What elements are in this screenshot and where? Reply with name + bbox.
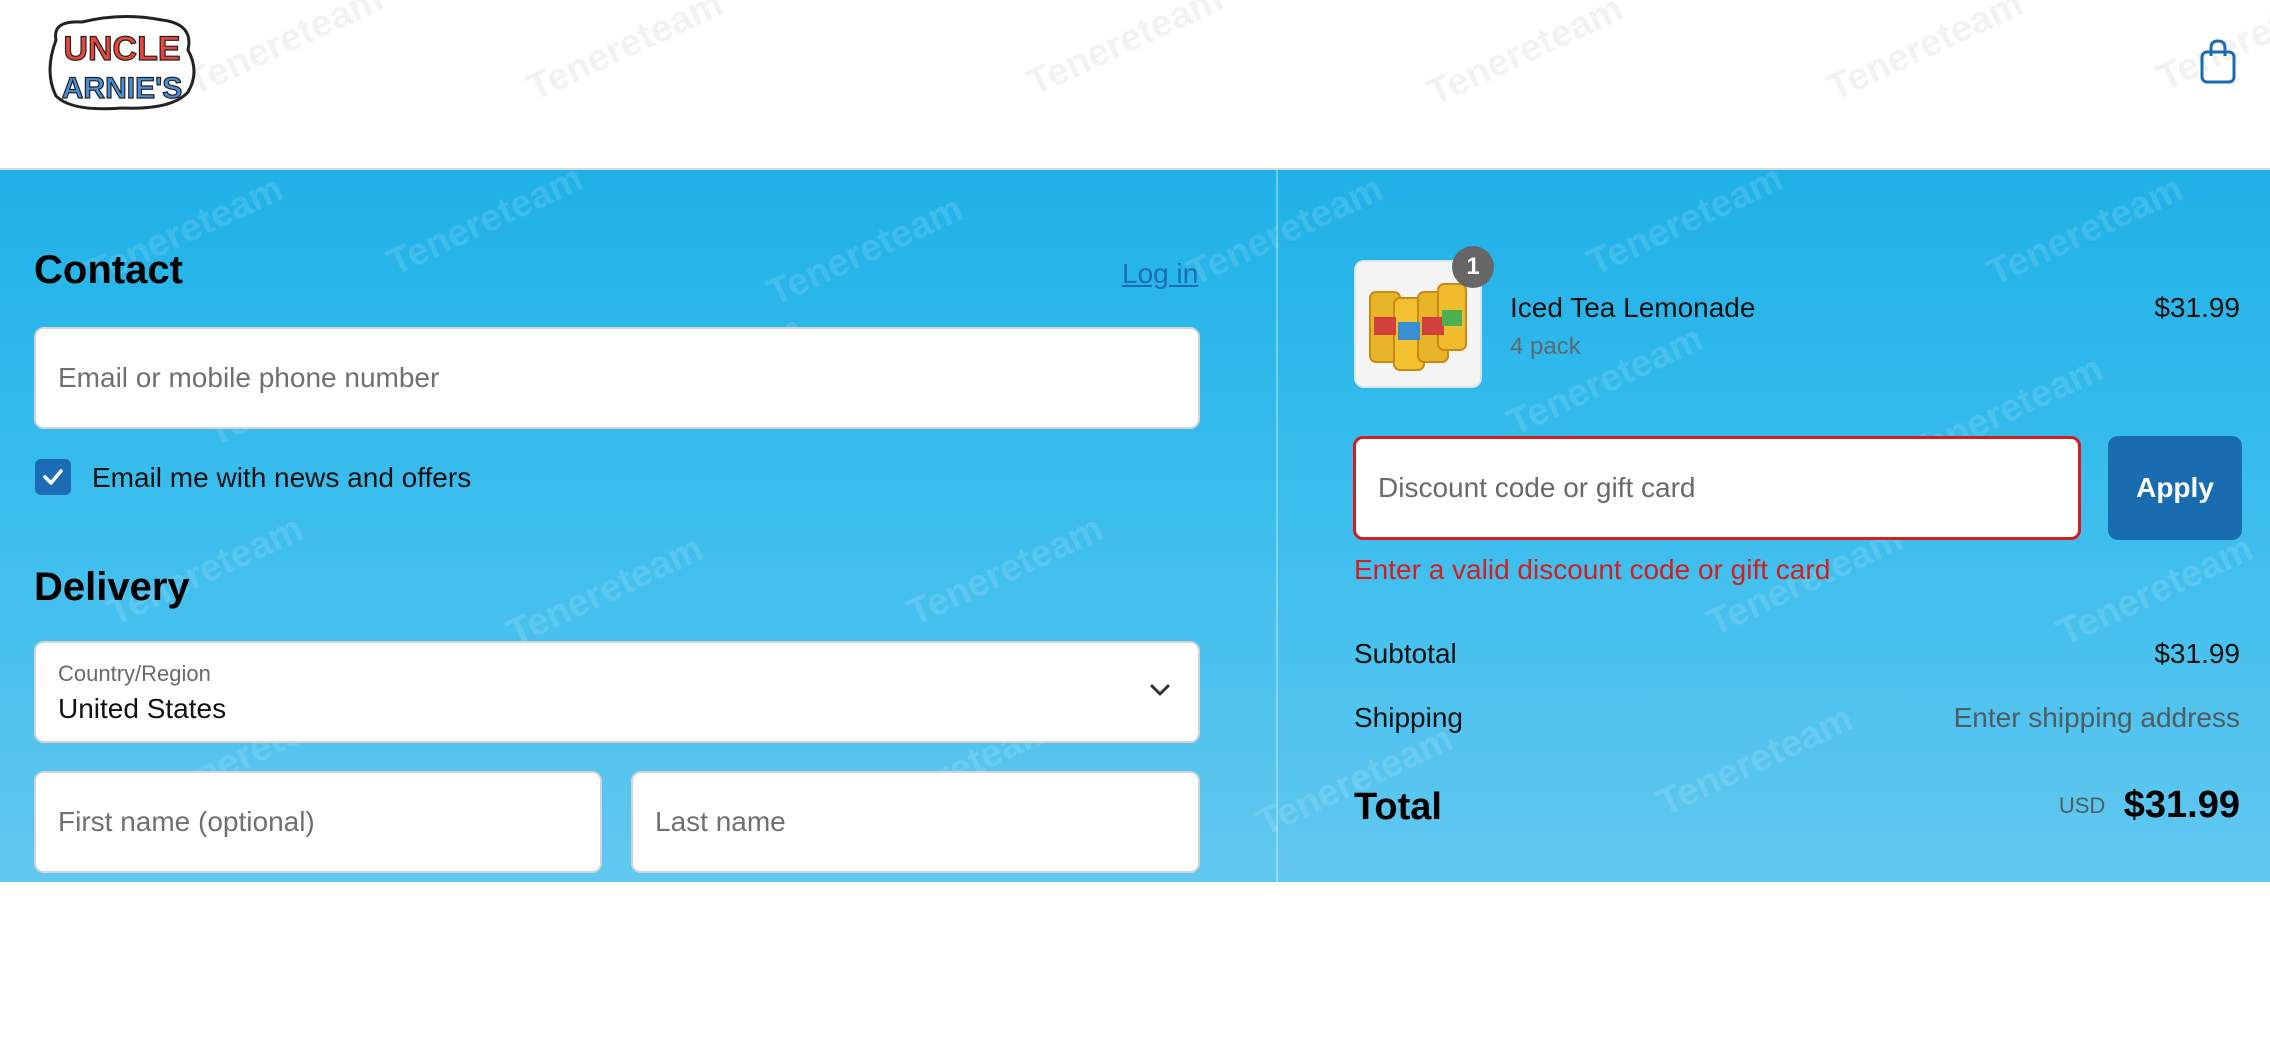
newsletter-checkbox[interactable] — [35, 459, 71, 495]
total-label: Total — [1354, 786, 1442, 828]
last-name-field-container — [631, 771, 1200, 873]
chevron-down-icon — [1150, 684, 1170, 696]
product-name: Iced Tea Lemonade — [1510, 292, 1756, 323]
apply-discount-button[interactable]: Apply — [2108, 436, 2242, 540]
total-amount: $31.99 — [2123, 784, 2240, 826]
login-link[interactable]: Log in — [1122, 258, 1198, 290]
shipping-value: Enter shipping address — [1953, 702, 2240, 733]
email-input[interactable] — [36, 329, 1198, 427]
shipping-label: Shipping — [1354, 702, 1463, 733]
watermark-main: Tenereteam Tenereteam Tenereteam Teneret… — [80, 170, 2260, 845]
last-name-input[interactable] — [633, 773, 1198, 871]
product-variant: 4 pack — [1510, 333, 1581, 360]
country-label: Country/Region — [58, 661, 211, 686]
logo-text-top: UNCLE — [63, 30, 180, 68]
country-value: United States — [58, 693, 227, 724]
column-divider — [1276, 170, 1278, 882]
subtotal-value: $31.99 — [2154, 638, 2240, 669]
currency-code: USD — [2058, 792, 2106, 818]
email-field-container — [34, 327, 1200, 429]
delivery-title: Delivery — [34, 565, 190, 609]
newsletter-label: Email me with news and offers — [92, 462, 472, 493]
site-header: Tenereteam Tenereteam Tenereteam Teneret… — [0, 0, 2270, 170]
total-amount-group: USD $31.99 — [1840, 784, 2240, 827]
logo-text-bottom: ARNIE'S — [62, 72, 182, 105]
discount-field-container — [1353, 436, 2081, 540]
subtotal-label: Subtotal — [1354, 638, 1457, 669]
uncle-arnies-logo[interactable]: UNCLE ARNIE'S — [42, 10, 202, 115]
product-price: $31.99 — [2154, 292, 2240, 323]
contact-title: Contact — [34, 248, 183, 292]
checkmark-icon — [43, 469, 63, 485]
checkout-main: Tenereteam Tenereteam Tenereteam Teneret… — [0, 170, 2270, 882]
quantity-badge: 1 — [1452, 246, 1494, 288]
shopping-bag-icon[interactable] — [2198, 38, 2238, 86]
first-name-field-container — [34, 771, 602, 873]
discount-input[interactable] — [1356, 439, 2078, 537]
discount-error-message: Enter a valid discount code or gift card — [1354, 554, 1831, 585]
first-name-input[interactable] — [36, 773, 600, 871]
country-select[interactable]: Country/Region United States — [34, 641, 1200, 743]
